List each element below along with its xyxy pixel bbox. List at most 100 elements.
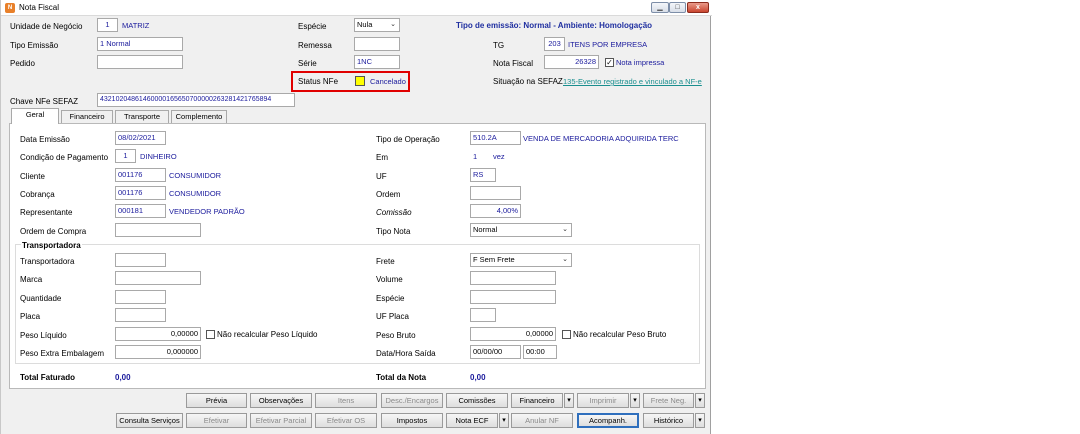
tipo-operacao-name: VENDA DE MERCADORIA ADQUIRIDA TERC [523, 134, 679, 143]
chevron-down-icon: ⌄ [562, 256, 568, 263]
representante-name: VENDEDOR PADRÃO [169, 207, 245, 216]
ordem-field[interactable] [470, 186, 521, 200]
close-button[interactable]: x [687, 2, 709, 13]
tipo-emissao-info: Tipo de emissão: Normal - Ambiente: Homo… [456, 21, 653, 30]
total-nota-value: 0,00 [470, 373, 486, 382]
financeiro-button[interactable]: Financeiro [511, 393, 563, 408]
em-value: 1 [473, 152, 478, 161]
cond-pag-code-field[interactable]: 1 [115, 149, 136, 163]
desc-encargos-button[interactable]: Desc./Encargos [381, 393, 443, 408]
cliente-code-field[interactable]: 001176 [115, 168, 166, 182]
imprimir-button[interactable]: Imprimir [577, 393, 629, 408]
cliente-label: Cliente [20, 172, 45, 181]
comissao-label: Comissão [376, 208, 412, 217]
uf-placa-field[interactable] [470, 308, 496, 322]
nota-ecf-dropdown-button[interactable]: ▾ [499, 413, 509, 428]
previa-button[interactable]: Prévia [186, 393, 247, 408]
em-label: Em [376, 153, 388, 162]
hora-saida-field[interactable]: 00:00 [523, 345, 557, 359]
data-emissao-label: Data Emissão [20, 135, 70, 144]
comissao-field[interactable]: 4,00% [470, 204, 521, 218]
frete-select[interactable]: F Sem Frete ⌄ [470, 253, 572, 267]
tipo-nota-label: Tipo Nota [376, 227, 411, 236]
frete-label: Frete [376, 257, 395, 266]
tg-code-field[interactable]: 203 [544, 37, 565, 51]
unidade-name: MATRIZ [122, 21, 150, 30]
historico-dropdown-button[interactable]: ▾ [695, 413, 705, 428]
frete-value: F Sem Frete [473, 255, 515, 264]
chave-nfe-label: Chave NFe SEFAZ [10, 97, 79, 106]
marca-field[interactable] [115, 271, 201, 285]
tipo-emissao-field[interactable]: 1 Normal [97, 37, 183, 51]
total-faturado-label: Total Faturado [20, 373, 75, 382]
tab-complemento[interactable]: Complemento [171, 110, 227, 123]
representante-label: Representante [20, 208, 73, 217]
tipo-nota-select[interactable]: Normal ⌄ [470, 223, 572, 237]
nao-recalc-bruto-label: Não recalcular Peso Bruto [573, 330, 667, 339]
especie-transp-label: Espécie [376, 294, 405, 303]
quantidade-field[interactable] [115, 290, 166, 304]
tg-label: TG [493, 41, 505, 50]
uf-field[interactable]: RS [470, 168, 496, 182]
efetivar-button[interactable]: Efetivar [186, 413, 247, 428]
tipo-nota-value: Normal [473, 225, 498, 234]
nota-impressa-checkbox[interactable]: ✓ [605, 58, 614, 67]
pedido-field[interactable] [97, 55, 183, 69]
imprimir-dropdown-button[interactable]: ▾ [630, 393, 640, 408]
frete-neg-button[interactable]: Frete Neg. [643, 393, 694, 408]
efetivar-os-button[interactable]: Efetivar OS [315, 413, 377, 428]
acompanh-button[interactable]: Acompanh. [577, 413, 639, 428]
situacao-sefaz-link[interactable]: 135-Evento registrado e vinculado a NF-e [563, 77, 702, 86]
impostos-button[interactable]: Impostos [381, 413, 443, 428]
serie-field[interactable]: 1NC [354, 55, 400, 69]
nao-recalc-liq-label: Não recalcular Peso Líquido [217, 330, 318, 339]
minimize-button[interactable]: ▁ [651, 2, 669, 13]
placa-field[interactable] [115, 308, 166, 322]
itens-button[interactable]: Itens [315, 393, 377, 408]
cliente-name: CONSUMIDOR [169, 171, 222, 180]
nota-impressa-label: Nota impressa [616, 58, 665, 67]
especie-transp-field[interactable] [470, 290, 556, 304]
cobranca-code-field[interactable]: 001176 [115, 186, 166, 200]
chave-nfe-field[interactable]: 4321020486146000016565070000026328142176… [97, 93, 295, 107]
tab-transporte[interactable]: Transporte [115, 110, 169, 123]
historico-button[interactable]: Histórico [643, 413, 694, 428]
transportadora-field[interactable] [115, 253, 166, 267]
anular-nf-button[interactable]: Anular NF [511, 413, 573, 428]
frete-neg-dropdown-button[interactable]: ▾ [695, 393, 705, 408]
uf-label: UF [376, 172, 387, 181]
data-saida-label: Data/Hora Saída [376, 349, 436, 358]
nao-recalc-bruto-checkbox[interactable] [562, 330, 571, 339]
window-title: Nota Fiscal [19, 3, 60, 12]
tab-financeiro[interactable]: Financeiro [61, 110, 113, 123]
financeiro-dropdown-button[interactable]: ▾ [564, 393, 574, 408]
remessa-field[interactable] [354, 37, 400, 51]
efetivar-parcial-button[interactable]: Efetivar Parcial [250, 413, 312, 428]
ordem-compra-field[interactable] [115, 223, 201, 237]
app-logo-icon: N [5, 3, 15, 13]
nota-fiscal-field[interactable]: 26328 [544, 55, 599, 69]
peso-bruto-field[interactable]: 0,00000 [470, 327, 556, 341]
especie-select[interactable]: Nula ⌄ [354, 18, 400, 32]
tg-desc: ITENS POR EMPRESA [568, 40, 648, 49]
nota-ecf-button[interactable]: Nota ECF [446, 413, 498, 428]
situacao-sefaz-label: Situação na SEFAZ [493, 77, 563, 86]
tipo-operacao-code-field[interactable]: 510.2A [470, 131, 521, 145]
chevron-down-icon: ⌄ [562, 226, 568, 233]
title-bar: N Nota Fiscal ▁ □ x [1, 0, 712, 16]
representante-code-field[interactable]: 000181 [115, 204, 166, 218]
observacoes-button[interactable]: Observações [250, 393, 312, 408]
data-saida-field[interactable]: 00/00/00 [470, 345, 521, 359]
peso-extra-field[interactable]: 0,000000 [115, 345, 201, 359]
data-emissao-field[interactable]: 08/02/2021 [115, 131, 166, 145]
peso-bruto-label: Peso Bruto [376, 331, 416, 340]
consulta-servicos-button[interactable]: Consulta Serviços [116, 413, 183, 428]
chevron-down-icon: ⌄ [390, 21, 396, 28]
comissoes-button[interactable]: Comissões [446, 393, 508, 408]
maximize-button[interactable]: □ [669, 2, 686, 13]
tab-geral[interactable]: Geral [11, 108, 59, 124]
nao-recalc-liq-checkbox[interactable] [206, 330, 215, 339]
peso-liquido-field[interactable]: 0,00000 [115, 327, 201, 341]
unidade-code-field[interactable]: 1 [97, 18, 118, 32]
volume-field[interactable] [470, 271, 556, 285]
